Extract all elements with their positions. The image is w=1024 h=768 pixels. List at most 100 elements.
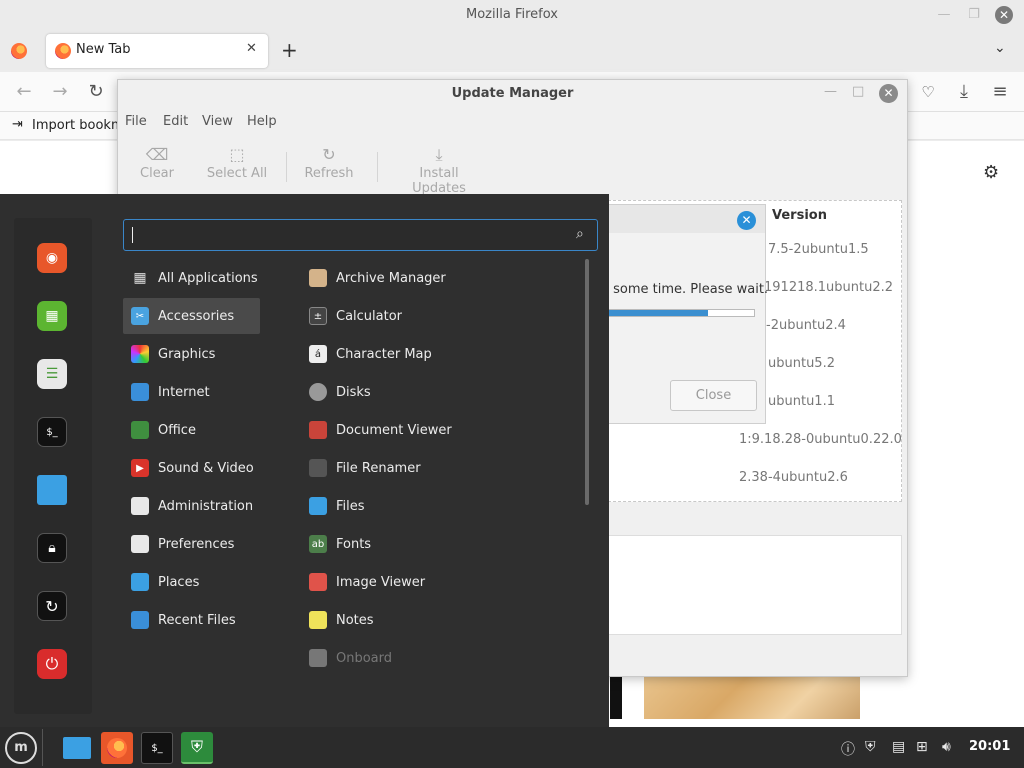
lock-icon[interactable]: 🔒︎ [37,533,67,563]
select-all-button[interactable]: ⬚ Select All [206,144,268,181]
menu-search-input[interactable]: ⌕ [123,219,598,251]
dialog-close-icon[interactable]: ✕ [737,211,756,230]
category-all-applications[interactable]: ▦ All Applications [123,260,260,296]
dialog-close-button[interactable]: Close [670,380,757,411]
menu-edit[interactable]: Edit [163,114,188,129]
category-label: Places [158,574,200,590]
refresh-button[interactable]: ↻ Refresh [304,144,354,181]
terminal-launcher[interactable]: $_ [141,732,173,764]
scrollbar[interactable] [585,259,589,505]
app-notes[interactable]: Notes [303,602,573,638]
category-office[interactable]: Office [123,412,260,448]
notification-icon[interactable]: ⓘ [841,739,855,759]
software-manager-icon[interactable]: ▦ [37,301,67,331]
clipboard-icon[interactable]: ▤ [892,739,905,755]
app-fonts[interactable]: ab Fonts [303,526,573,562]
gear-icon[interactable]: ⚙ [983,162,999,183]
tab-close-icon[interactable]: ✕ [246,41,257,56]
progress-bar [601,309,755,317]
category-label: Office [158,422,196,438]
tab-new-tab[interactable]: New Tab ✕ [46,34,268,68]
hamburger-menu-icon[interactable]: ≡ [988,80,1012,104]
category-recent-files[interactable]: Recent Files [123,602,260,638]
favorites-sidebar: ◉ ▦ ☰ $_ 🔒︎ ↻ ⏻ [14,218,92,714]
downloads-icon[interactable]: ⤓ [952,80,976,104]
clock[interactable]: 20:01 [969,739,1010,754]
app-image-viewer[interactable]: Image Viewer [303,564,573,600]
recent-files-icon [131,611,149,629]
window-close-button[interactable]: ✕ [995,6,1013,24]
new-tab-button[interactable]: + [281,38,298,62]
shield-icon[interactable]: ⛨ [865,739,876,755]
progress-fill [602,310,709,316]
app-files[interactable]: Files [303,488,573,524]
app-label: Document Viewer [336,422,452,438]
settings-icon[interactable]: ☰ [37,359,67,389]
notes-icon [309,611,327,629]
menu-file[interactable]: File [125,114,147,129]
category-label: Recent Files [158,612,236,628]
volume-icon[interactable]: 🔊︎ [942,739,951,755]
install-updates-button[interactable]: ⤓ Install Updates [391,144,487,196]
minimize-button[interactable]: — [936,7,952,23]
power-icon[interactable]: ⏻ [37,649,67,679]
admin-icon [131,497,149,515]
palette-icon [131,345,149,363]
app-file-renamer[interactable]: File Renamer [303,450,573,486]
reload-icon[interactable]: ↻ [84,80,108,104]
app-onboard[interactable]: Onboard [303,640,573,676]
toolbar-separator [286,152,287,182]
clear-button[interactable]: ⌫ Clear [140,144,174,181]
image-viewer-icon [309,573,327,591]
firefox-launcher[interactable] [101,732,133,764]
category-graphics[interactable]: Graphics [123,336,260,372]
app-calculator[interactable]: ± Calculator [303,298,573,334]
category-places[interactable]: Places [123,564,260,600]
app-character-map[interactable]: á Character Map [303,336,573,372]
maximize-button[interactable]: □ [852,84,864,99]
import-bookmarks-link[interactable]: Import bookm [32,118,124,133]
play-icon: ▶ [131,459,149,477]
app-label: Onboard [336,650,393,666]
close-button[interactable]: ✕ [879,84,898,103]
menu-help[interactable]: Help [247,114,277,129]
category-sound-video[interactable]: ▶ Sound & Video [123,450,260,486]
column-header-version[interactable]: Version [772,208,827,223]
logout-icon[interactable]: ↻ [37,591,67,621]
category-administration[interactable]: Administration [123,488,260,524]
app-label: File Renamer [336,460,421,476]
category-label: Accessories [158,308,235,324]
app-archive-manager[interactable]: Archive Manager [303,260,573,296]
back-arrow-icon[interactable]: ← [12,80,36,104]
list-tabs-chevron-down-icon[interactable]: ⌄ [994,40,1006,56]
version-cell: 2.38-4ubuntu2.6 [739,470,848,485]
minimize-button[interactable]: — [824,84,837,99]
app-document-viewer[interactable]: Document Viewer [303,412,573,448]
category-label: Graphics [158,346,216,362]
category-internet[interactable]: Internet [123,374,260,410]
thumbnail-edge [610,677,622,719]
files-launcher[interactable] [61,732,93,764]
scissors-icon: ✂ [131,307,149,325]
select-all-icon: ⬚ [229,145,245,164]
category-preferences[interactable]: Preferences [123,526,260,562]
update-manager-taskbar-button[interactable]: ⛨ [181,732,213,764]
menu-view[interactable]: View [202,114,233,129]
search-icon: ⌕ [576,226,584,242]
category-accessories[interactable]: ✂ Accessories [123,298,260,334]
firefox-icon[interactable]: ◉ [37,243,67,273]
character-map-icon: á [309,345,327,363]
maximize-button[interactable]: ❐ [966,7,982,23]
forward-arrow-icon[interactable]: → [48,80,72,104]
pocket-icon[interactable]: ♡ [916,80,940,104]
files-icon[interactable] [37,475,67,505]
terminal-icon[interactable]: $_ [37,417,67,447]
wallpaper-thumbnail[interactable] [644,677,860,719]
app-disks[interactable]: Disks [303,374,573,410]
network-icon[interactable]: ⊞ [916,739,928,755]
version-cell: 7.5-2ubuntu1.5 [768,242,869,257]
cloud-icon [131,383,149,401]
panel: m $_ ⛨ ⓘ ⛨ ▤ ⊞ 🔊︎ 20:01 [0,727,1024,768]
menu-button-mint-logo-icon[interactable]: m [5,732,37,764]
firefox-view-icon[interactable] [11,43,27,59]
